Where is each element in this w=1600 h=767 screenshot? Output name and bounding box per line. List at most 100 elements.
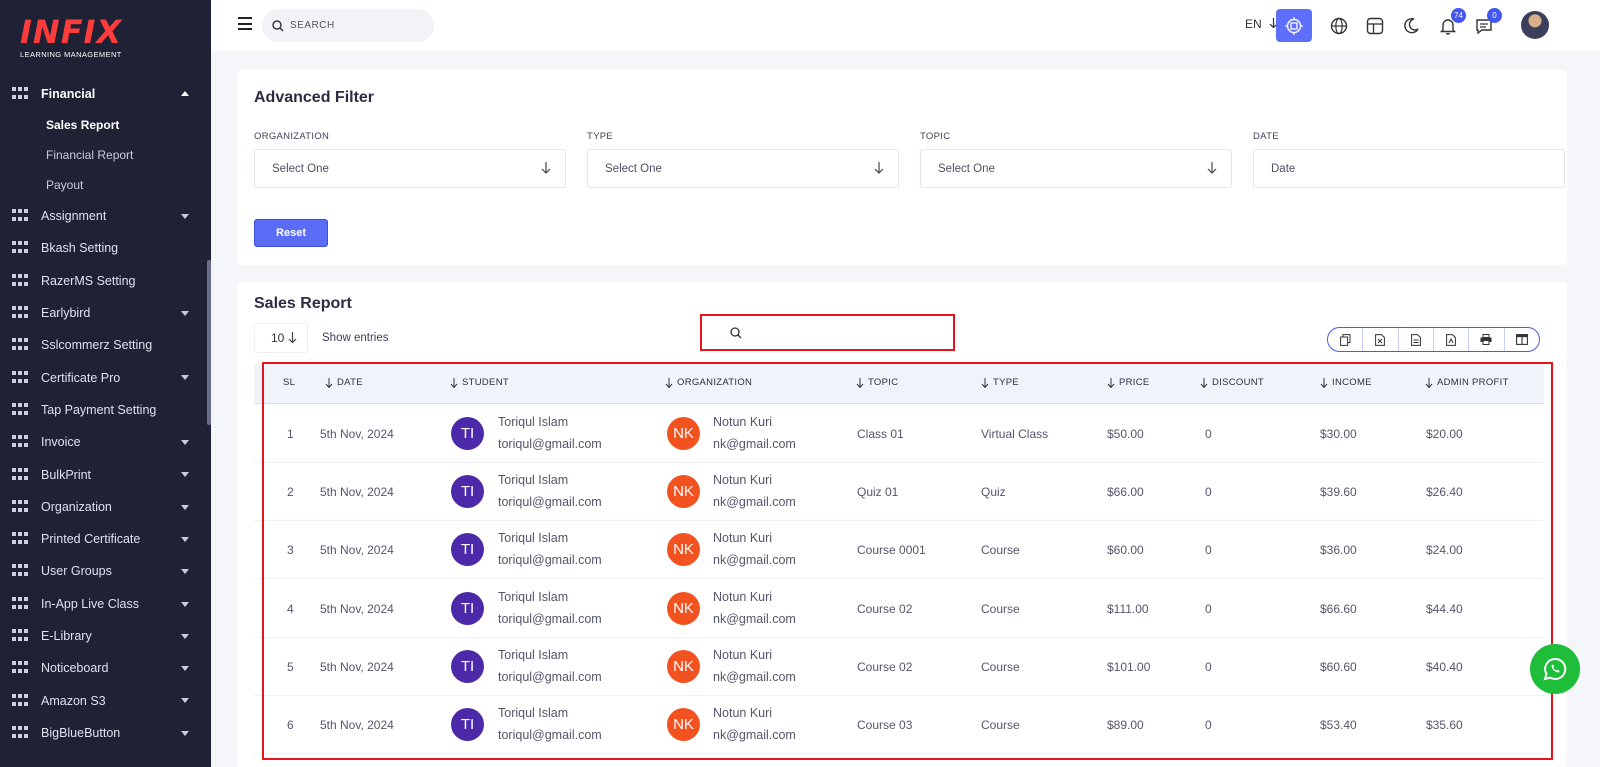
organization-avatar: NK <box>667 533 700 567</box>
cell-student: Toriqul Islam toriqul@gmail.com <box>498 411 602 455</box>
col-sl[interactable]: SL <box>283 377 295 388</box>
layout-button[interactable] <box>1357 9 1393 42</box>
sort-arrow-icon <box>325 377 333 388</box>
col-organization[interactable]: ORGANIZATION <box>665 377 752 388</box>
sidebar-item-in-app-live-class[interactable]: In-App Live Class <box>0 588 211 620</box>
date-input[interactable]: Date <box>1253 149 1565 188</box>
sidebar-item-user-groups[interactable]: User Groups <box>0 555 211 587</box>
global-search[interactable] <box>262 9 434 42</box>
print-button[interactable] <box>1469 328 1505 351</box>
sidebar-item-amazon-s3[interactable]: Amazon S3 <box>0 684 211 716</box>
topic-select[interactable]: Select One <box>920 149 1232 188</box>
sidebar-item-invoice[interactable]: Invoice <box>0 426 211 458</box>
sidebar-item-certificate-pro[interactable]: Certificate Pro <box>0 361 211 393</box>
col-admin-profit[interactable]: ADMIN PROFIT <box>1425 377 1509 388</box>
grid-icon <box>12 402 28 417</box>
sidebar-subitem-sales-report[interactable]: Sales Report <box>0 110 211 140</box>
pdf-button[interactable] <box>1434 328 1470 351</box>
whatsapp-chat-button[interactable] <box>1530 644 1580 694</box>
col-discount[interactable]: DISCOUNT <box>1200 377 1264 388</box>
dashboard-settings-button[interactable] <box>1276 9 1312 42</box>
csv-button[interactable] <box>1399 328 1434 351</box>
sidebar-item-bigbluebutton[interactable]: BigBlueButton <box>0 717 211 749</box>
col-type[interactable]: TYPE <box>981 377 1019 388</box>
entries-select[interactable]: 10 <box>254 323 308 353</box>
table-row[interactable]: 3 5th Nov, 2024 TI Toriqul Islam toriqul@gma… <box>254 521 1544 580</box>
sidebar-item-noticeboard[interactable]: Noticeboard <box>0 652 211 684</box>
language-selector[interactable]: EN <box>1245 17 1278 31</box>
cell-price: $89.00 <box>1107 718 1144 732</box>
table-row[interactable]: 1 5th Nov, 2024 TI Toriqul Islam toriqul@gma… <box>254 405 1544 463</box>
sidebar-item-sslcommerz-setting[interactable]: Sslcommerz Setting <box>0 329 211 361</box>
table-search-input[interactable] <box>700 314 955 351</box>
caret-down-icon <box>181 666 189 672</box>
sidebar-item-assignment[interactable]: Assignment <box>0 200 211 232</box>
student-avatar: TI <box>451 708 484 741</box>
caret-down-icon <box>181 730 189 736</box>
col-student[interactable]: STUDENT <box>450 377 509 388</box>
table-row[interactable]: 4 5th Nov, 2024 TI Toriqul Islam toriqul@gma… <box>254 580 1544 638</box>
arrow-down-icon <box>541 162 551 174</box>
organization-avatar: NK <box>667 475 700 509</box>
arrow-down-icon <box>288 332 297 344</box>
col-topic[interactable]: TOPIC <box>856 377 898 388</box>
cell-date: 5th Nov, 2024 <box>320 427 394 441</box>
type-value: Select One <box>605 162 662 175</box>
table-row[interactable]: 2 5th Nov, 2024 TI Toriqul Islam toriqul@gma… <box>254 463 1544 522</box>
dark-mode-toggle[interactable] <box>1393 9 1429 42</box>
date-placeholder: Date <box>1271 162 1296 175</box>
search-input[interactable] <box>290 20 420 31</box>
sidebar-item-organization[interactable]: Organization <box>0 491 211 523</box>
cell-admin-profit: $35.60 <box>1426 718 1463 732</box>
sidebar-item-financial[interactable]: Financial <box>0 77 211 110</box>
sidebar-item-razerms-setting[interactable]: RazerMS Setting <box>0 265 211 297</box>
cell-date: 5th Nov, 2024 <box>320 485 394 500</box>
whatsapp-icon <box>1543 657 1567 681</box>
advanced-filter-card: Advanced Filter ORGANIZATION Select One … <box>237 70 1567 265</box>
cell-date: 5th Nov, 2024 <box>320 718 394 732</box>
sidebar-subitem-financial-report[interactable]: Financial Report <box>0 140 211 170</box>
grid-icon <box>12 693 28 708</box>
sidebar-item-printed-certificate[interactable]: Printed Certificate <box>0 523 211 555</box>
logo[interactable]: INFIX LEARNING MANAGEMENT <box>20 16 122 59</box>
grid-icon <box>12 435 28 449</box>
hamburger-menu-icon[interactable] <box>238 17 252 30</box>
type-select[interactable]: Select One <box>587 149 899 188</box>
sidebar-item-e-library[interactable]: E-Library <box>0 620 211 652</box>
excel-button[interactable] <box>1363 328 1399 351</box>
student-avatar: TI <box>451 475 484 509</box>
organization-select[interactable]: Select One <box>254 149 566 188</box>
table-row[interactable]: 5 5th Nov, 2024 TI Toriqul Islam toriqul@gma… <box>254 638 1544 696</box>
col-income[interactable]: INCOME <box>1320 377 1372 388</box>
cell-price: $111.00 <box>1107 601 1149 616</box>
sidebar-subitem-payout[interactable]: Payout <box>0 170 211 200</box>
reset-button[interactable]: Reset <box>254 219 328 247</box>
messages-badge: 0 <box>1487 8 1502 23</box>
sidebar-item-tap-payment-setting[interactable]: Tap Payment Setting <box>0 394 211 426</box>
sidebar-item-label: Invoice <box>41 435 81 450</box>
website-button[interactable] <box>1321 9 1357 42</box>
printer-icon <box>1480 334 1492 345</box>
organization-name: Notun Kuri <box>713 647 773 662</box>
col-price[interactable]: PRICE <box>1107 377 1150 388</box>
table-row[interactable]: 6 5th Nov, 2024 TI Toriqul Islam toriqul@gma… <box>254 696 1544 754</box>
sidebar-item-bkash-setting[interactable]: Bkash Setting <box>0 232 211 264</box>
sidebar-item-bulkprint[interactable]: BulkPrint <box>0 458 211 490</box>
cell-sl: 4 <box>287 601 294 616</box>
user-avatar[interactable] <box>1521 11 1549 39</box>
notifications-button[interactable]: 74 <box>1430 8 1466 42</box>
grid-icon <box>12 241 28 255</box>
sidebar-submenu: Sales Report Financial Report Payout <box>0 110 211 200</box>
cell-type: Course <box>981 601 1020 616</box>
grid-icon <box>12 499 28 514</box>
col-date[interactable]: DATE <box>325 377 363 388</box>
sidebar-item-earlybird[interactable]: Earlybird <box>0 297 211 329</box>
copy-button[interactable] <box>1328 328 1364 351</box>
messages-button[interactable]: 0 <box>1466 8 1502 42</box>
cell-discount: 0 <box>1205 601 1212 616</box>
cell-date: 5th Nov, 2024 <box>320 601 394 616</box>
cell-topic: Class 01 <box>857 427 904 441</box>
organization-avatar: NK <box>667 649 700 683</box>
cell-discount: 0 <box>1205 543 1212 558</box>
column-visibility-button[interactable] <box>1505 328 1539 351</box>
